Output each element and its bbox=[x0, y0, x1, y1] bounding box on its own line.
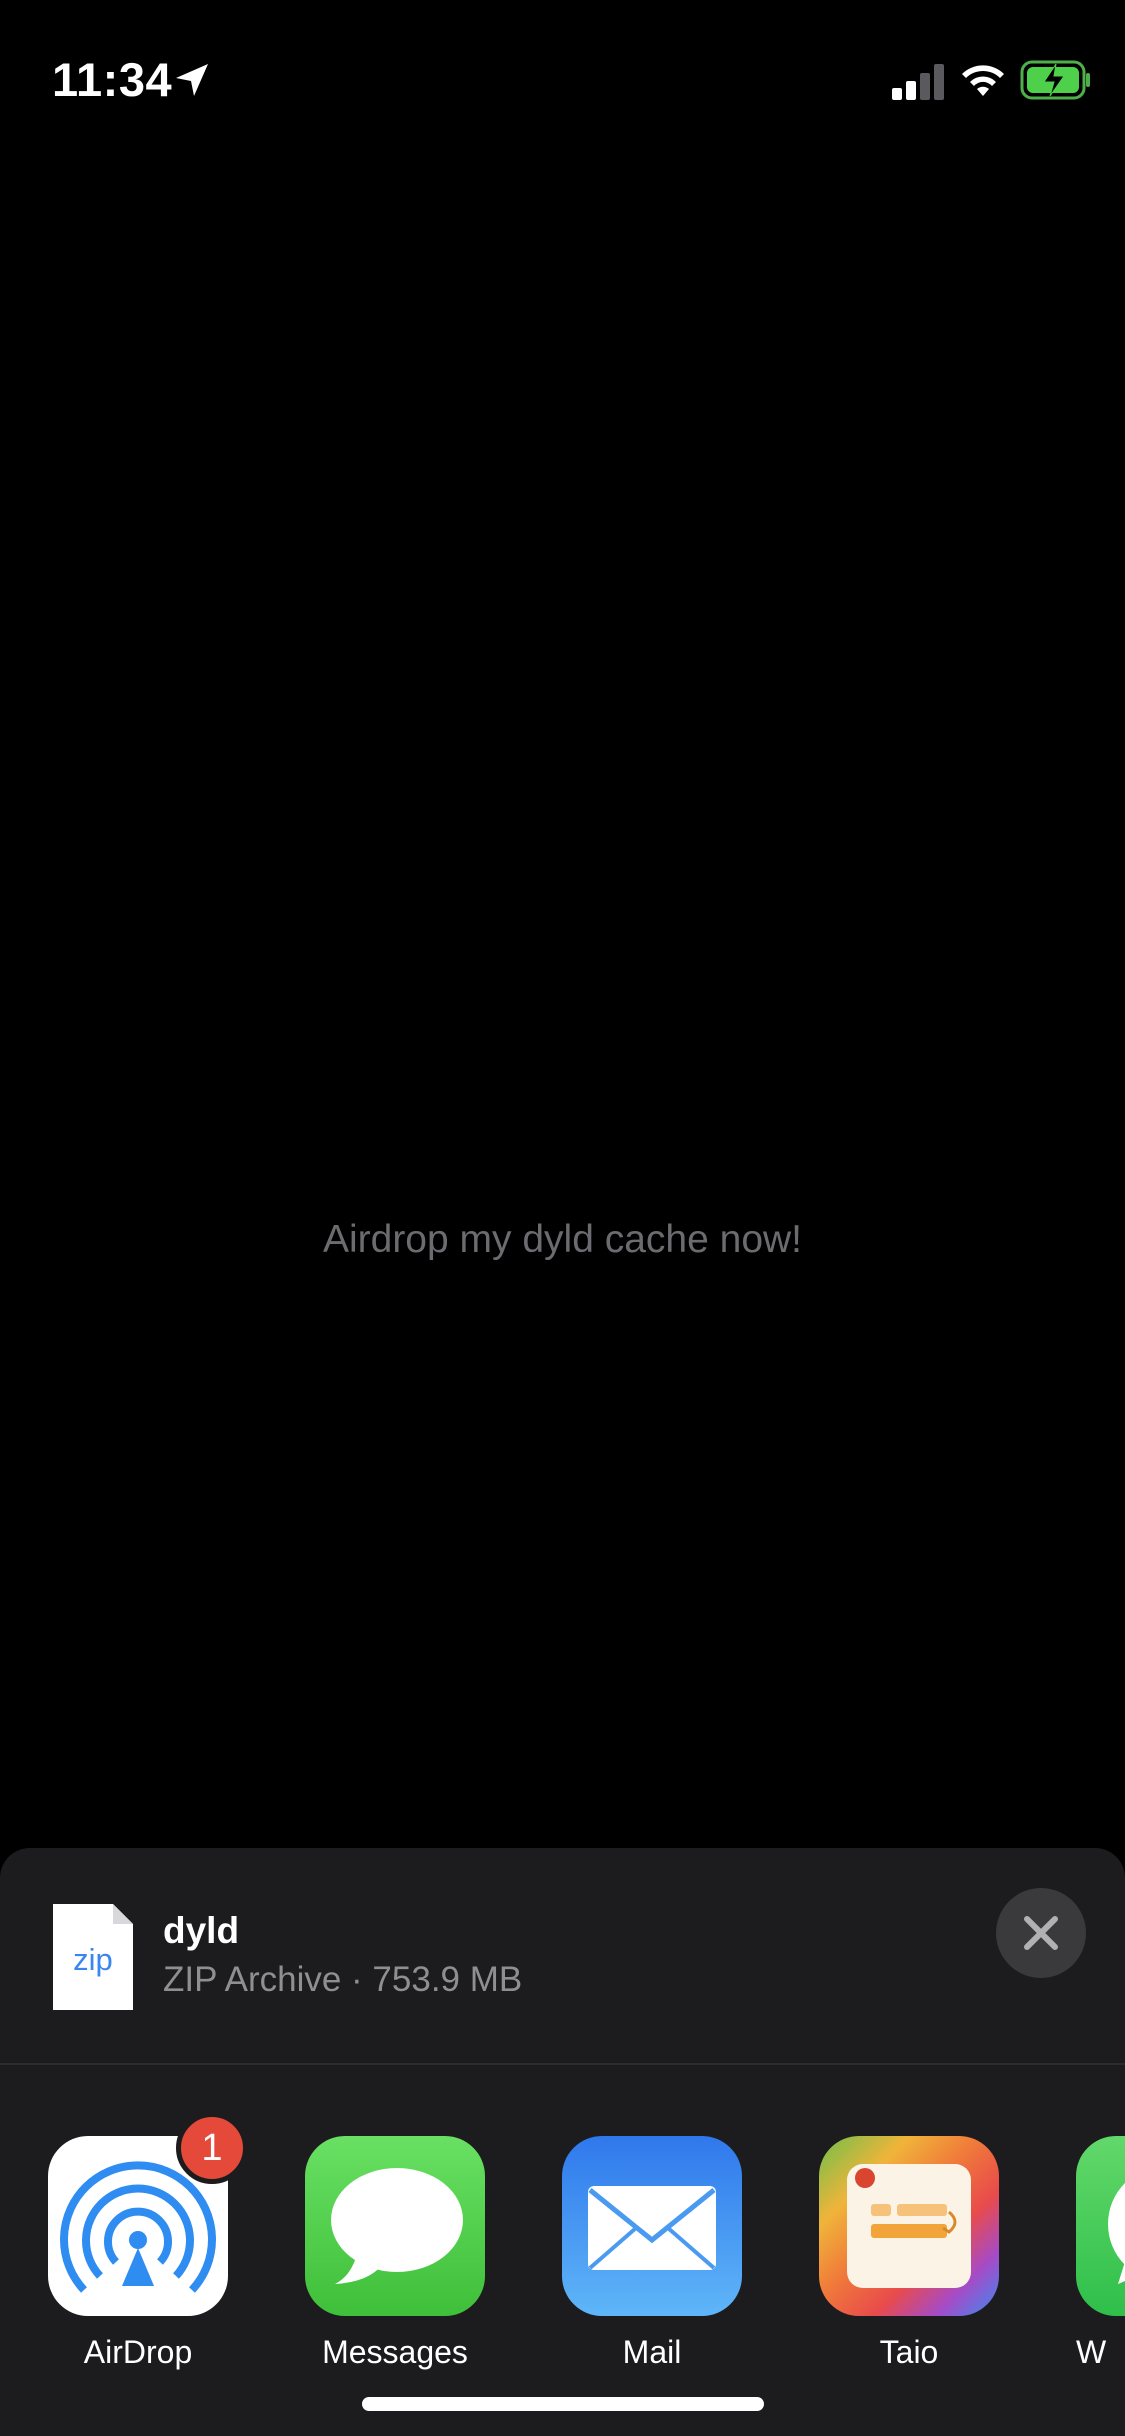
share-app-whatsapp[interactable]: W bbox=[1076, 2136, 1125, 2376]
file-type-label: zip bbox=[73, 1942, 113, 1977]
mail-icon bbox=[562, 2136, 742, 2316]
messages-icon bbox=[305, 2136, 485, 2316]
app-label: Taio bbox=[879, 2334, 939, 2370]
whatsapp-icon bbox=[1076, 2136, 1125, 2316]
app-label: Messages bbox=[322, 2334, 468, 2370]
app-label: Mail bbox=[622, 2334, 682, 2370]
taio-icon bbox=[819, 2136, 999, 2316]
file-meta: ZIP Archive · 753.9 MB bbox=[163, 1960, 523, 1999]
screen: 11:34 Airdrop my dyld cache now! zip dyl… bbox=[0, 0, 1125, 2436]
app-label: AirDrop bbox=[83, 2334, 193, 2370]
cellular-signal-icon bbox=[892, 64, 944, 100]
close-icon bbox=[1024, 1916, 1058, 1950]
share-app-taio[interactable]: Taio bbox=[819, 2136, 999, 2376]
wifi-icon bbox=[962, 65, 1004, 96]
share-sheet-header: zip dyld ZIP Archive · 753.9 MB bbox=[0, 1848, 1125, 2064]
close-button[interactable] bbox=[996, 1888, 1086, 1978]
status-time: 11:34 bbox=[52, 53, 173, 106]
center-message: Airdrop my dyld cache now! bbox=[322, 1218, 803, 1261]
zip-file-icon: zip bbox=[51, 1902, 135, 2012]
app-label: W bbox=[1076, 2334, 1107, 2370]
share-app-messages[interactable]: Messages bbox=[305, 2136, 485, 2376]
location-arrow-icon bbox=[176, 64, 208, 96]
battery-charging-icon bbox=[1020, 60, 1090, 100]
home-indicator[interactable] bbox=[362, 2397, 764, 2411]
file-name: dyld bbox=[163, 1910, 240, 1951]
share-app-mail[interactable]: Mail bbox=[562, 2136, 742, 2376]
status-bar: 11:34 bbox=[0, 0, 1125, 150]
share-app-airdrop[interactable]: 1 AirDrop bbox=[48, 2112, 248, 2376]
sheet-divider bbox=[0, 2063, 1125, 2065]
notification-badge: 1 bbox=[176, 2112, 248, 2184]
